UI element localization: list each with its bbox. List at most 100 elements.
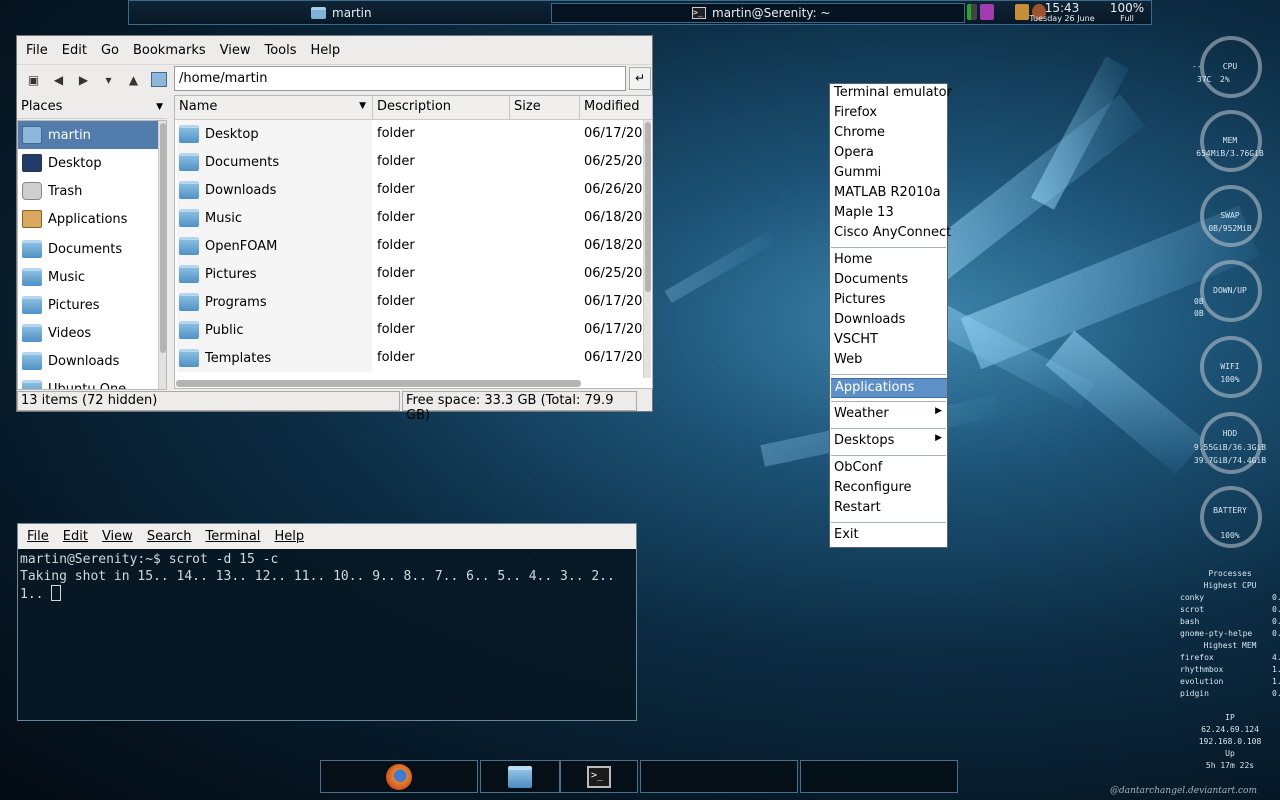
dock-terminal[interactable]: >_ (560, 760, 638, 793)
menu-edit[interactable]: Edit (55, 43, 94, 58)
file-row[interactable]: Public folder 06/17/20 (175, 316, 652, 344)
scrollbar-thumb[interactable] (160, 123, 166, 353)
clock[interactable]: 15:43 Tuesday 26 June (1021, 2, 1103, 24)
place-downloads[interactable]: Downloads (18, 347, 166, 375)
messenger-icon[interactable] (980, 4, 994, 20)
place-applications[interactable]: Applications (18, 205, 166, 233)
file-row[interactable]: Music folder 06/18/20 (175, 204, 652, 232)
menu-item-matlab[interactable]: MATLAB R2010a (830, 184, 947, 204)
menu-view[interactable]: View (95, 529, 140, 544)
menu-item-firefox[interactable]: Firefox (830, 104, 947, 124)
uptime-value: 5h 17m 22s (1205, 761, 1255, 770)
menu-item-terminal-emulator[interactable]: Terminal emulator (830, 84, 952, 104)
file-row[interactable]: Pictures folder 06/25/20 (175, 260, 652, 288)
place-music[interactable]: Music (18, 263, 166, 291)
menu-search[interactable]: Search (140, 529, 199, 544)
home-button[interactable] (146, 68, 171, 92)
file-name: Music (205, 210, 242, 226)
terminal-icon: >_ (692, 7, 706, 19)
menu-item-reconfigure[interactable]: Reconfigure (830, 479, 947, 499)
folder-icon (508, 765, 532, 788)
taskbar-task-file-manager[interactable]: martin (311, 3, 372, 23)
menu-item-desktops[interactable]: Desktops ▶ (830, 432, 947, 452)
place-pictures[interactable]: Pictures (18, 291, 166, 319)
column-size[interactable]: Size (510, 96, 580, 120)
menu-help[interactable]: Help (267, 529, 311, 544)
terminal-line: 1.. (20, 587, 52, 602)
menu-file[interactable]: File (20, 529, 56, 544)
forward-button[interactable]: ▶ (71, 68, 96, 92)
path-bar[interactable]: /home/martin (174, 66, 626, 91)
menu-item-obconf[interactable]: ObConf (830, 459, 947, 479)
menu-edit[interactable]: Edit (56, 529, 95, 544)
place-documents[interactable]: Documents (18, 235, 166, 263)
menu-item-web[interactable]: Web (830, 351, 947, 371)
file-name: Programs (205, 294, 267, 310)
menu-item-exit[interactable]: Exit (830, 526, 947, 546)
places-scrollbar[interactable] (158, 121, 166, 389)
menu-help[interactable]: Help (304, 43, 348, 58)
dock-empty-slot[interactable] (640, 760, 798, 793)
menu-item-gummi[interactable]: Gummi (830, 164, 947, 184)
dock-empty-slot[interactable] (800, 760, 958, 793)
menu-tools[interactable]: Tools (257, 43, 303, 58)
place-martin[interactable]: martin (18, 121, 166, 149)
menu-item-opera[interactable]: Opera (830, 144, 947, 164)
signal-icon[interactable] (967, 4, 977, 20)
dock-firefox[interactable] (320, 760, 478, 793)
dock-file-manager[interactable] (480, 760, 560, 793)
terminal-icon: >_ (587, 765, 611, 788)
file-row[interactable]: OpenFOAM folder 06/18/20 (175, 232, 652, 260)
go-button[interactable]: ↵ (629, 67, 651, 90)
menu-item-documents[interactable]: Documents (830, 271, 947, 291)
file-list-hscrollbar[interactable] (174, 378, 636, 388)
column-description[interactable]: Description (373, 96, 510, 120)
menu-item-restart[interactable]: Restart (830, 499, 947, 519)
menu-go[interactable]: Go (94, 43, 126, 58)
file-description: folder (377, 182, 415, 197)
scrollbar-thumb[interactable] (176, 380, 581, 387)
terminal-window: File Edit View Search Terminal Help mart… (17, 523, 637, 721)
menu-item-weather[interactable]: Weather ▶ (830, 405, 947, 425)
swap-value: 0B/952MiB (1208, 224, 1252, 233)
column-modified[interactable]: Modified (580, 96, 652, 120)
menu-view[interactable]: View (213, 43, 258, 58)
file-row[interactable]: Documents folder 06/25/20 (175, 148, 652, 176)
menu-item-pictures[interactable]: Pictures (830, 291, 947, 311)
new-window-button[interactable]: ▣ (21, 68, 46, 92)
file-row[interactable]: Templates folder 06/17/20 (175, 344, 652, 372)
file-row[interactable]: Downloads folder 06/26/20 (175, 176, 652, 204)
back-button[interactable]: ◀ (46, 68, 71, 92)
column-name[interactable]: Name ▼ (175, 96, 373, 120)
battery-indicator[interactable]: 100% Full (1104, 2, 1150, 24)
home-icon (22, 126, 42, 144)
scrollbar-thumb[interactable] (645, 122, 651, 292)
menu-bookmarks[interactable]: Bookmarks (126, 43, 213, 58)
taskbar-task-terminal[interactable]: >_ martin@Serenity: ~ (551, 3, 965, 23)
file-row[interactable]: Desktop folder 06/17/20 (175, 120, 652, 148)
place-trash[interactable]: Trash (18, 177, 166, 205)
up-button[interactable]: ▲ (121, 68, 146, 92)
chevron-down-icon: ▾ (105, 72, 112, 87)
history-button[interactable]: ▾ (96, 68, 121, 92)
menu-item-vscht[interactable]: VSCHT (830, 331, 947, 351)
side-pane-selector[interactable]: Places ▼ (17, 95, 167, 119)
file-modified: 06/17/20 (584, 350, 643, 365)
applications-icon (22, 210, 42, 228)
menu-item-applications[interactable]: Applications (831, 378, 947, 398)
menu-file[interactable]: File (19, 43, 55, 58)
menu-item-downloads[interactable]: Downloads (830, 311, 947, 331)
terminal-output[interactable]: martin@Serenity:~$ scrot -d 15 -c Taking… (18, 549, 636, 605)
menu-item-chrome[interactable]: Chrome (830, 124, 947, 144)
sort-arrow-icon: ▼ (359, 101, 366, 111)
place-desktop[interactable]: Desktop (18, 149, 166, 177)
menu-item-maple[interactable]: Maple 13 (830, 204, 947, 224)
place-label: Applications (48, 211, 128, 227)
file-list-scrollbar[interactable] (643, 120, 651, 378)
menu-terminal[interactable]: Terminal (198, 529, 267, 544)
place-videos[interactable]: Videos (18, 319, 166, 347)
menu-item-home[interactable]: Home (830, 251, 947, 271)
menu-item-cisco-anyconnect[interactable]: Cisco AnyConnect (830, 224, 951, 244)
place-ubuntu-one[interactable]: Ubuntu One (18, 375, 166, 389)
file-row[interactable]: Programs folder 06/17/20 (175, 288, 652, 316)
